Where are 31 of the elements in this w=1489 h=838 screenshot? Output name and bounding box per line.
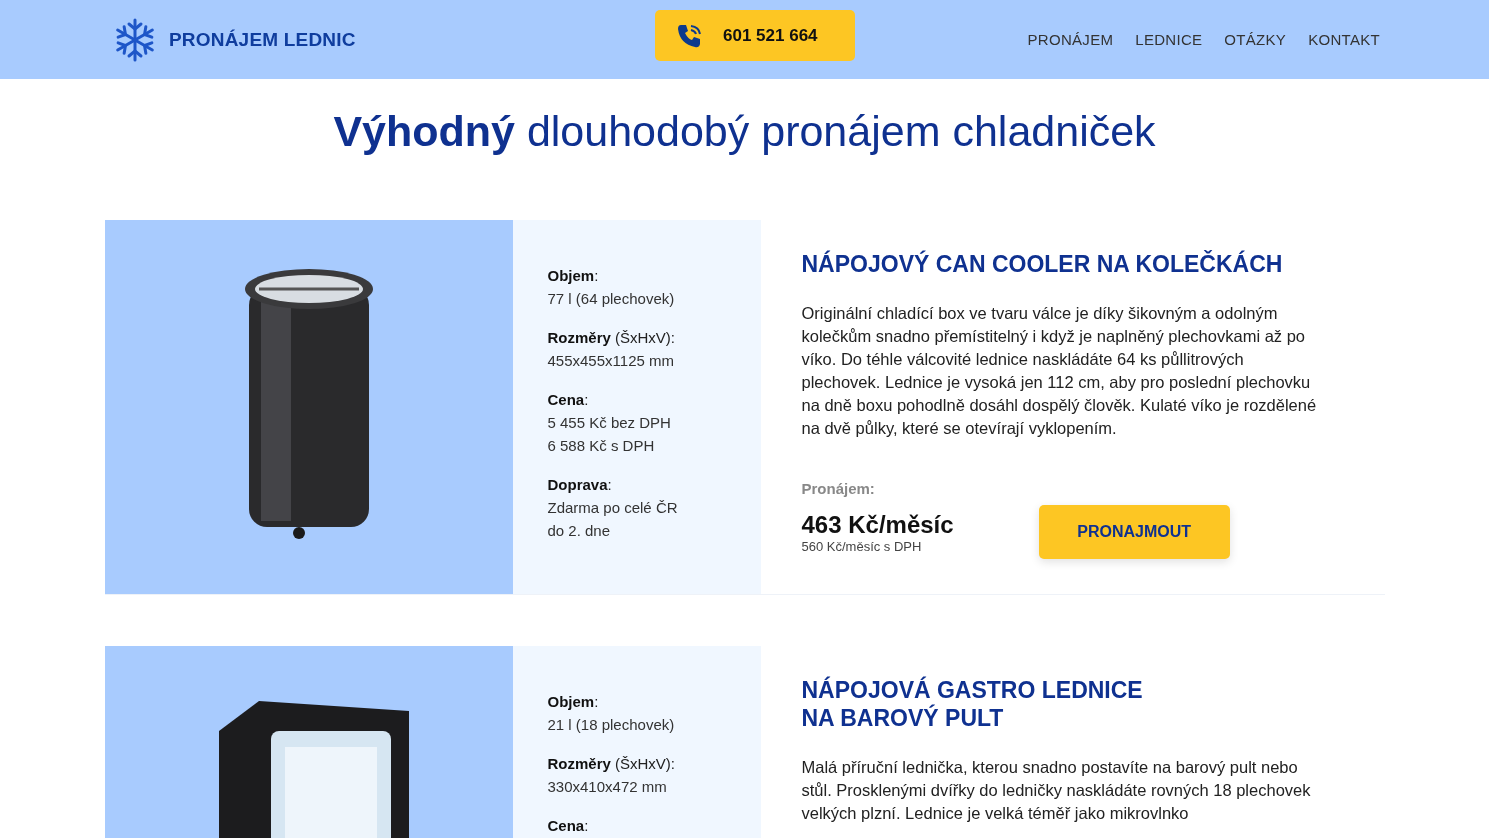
page-heading: Výhodný dlouhodobý pronájem chladniček bbox=[332, 107, 1157, 156]
product-description: Malá příruční lednička, kterou snadno postavíte na barový pult nebo stůl. Prosklenými dvířky do ledničky naskládáte rovných 18 plechovek velkých plzní. Lednice je velká téměř jako mikrovlnko bbox=[801, 757, 1312, 824]
product-description: Originální chladící box ve tvaru válce je díky šikovným a odolným kolečkům snadno přemístitelný i když je naplněný plechovkami až po víko. Do téhle válcovité lednice naskládáte 64 ks půllitrových plechovek. Lednice je vysoká jen 112 cm, aby pro poslední plechovku na dně boxu pohodlně dosáhl dospělý člověk. Kulaté víko je rozdělené na dvě půlky, které se otevírají vyklopením. bbox=[801, 303, 1318, 439]
site-logo-text[interactable]: PRONÁJEM LEDNIC bbox=[169, 28, 356, 51]
spec-value: 6 588 Kč s DPH bbox=[547, 436, 656, 456]
rent-label: Pronájem: bbox=[801, 480, 876, 497]
phone-button[interactable]: 601 521 664 bbox=[655, 10, 855, 61]
monthly-price: 463 Kč/měsíc bbox=[801, 510, 954, 539]
nav-link[interactable]: KONTAKT bbox=[1308, 31, 1380, 48]
spec-label: Cena: bbox=[547, 390, 590, 410]
spec-label: Objem: bbox=[547, 692, 600, 712]
spec-label: Objem: bbox=[547, 266, 600, 286]
spec-value: 330x410x472 mm bbox=[547, 777, 668, 797]
snowflake-icon bbox=[113, 17, 157, 62]
rent-button[interactable]: PRONAJMOUT bbox=[1038, 505, 1230, 559]
spec-value: 21 l (18 plechovek) bbox=[547, 715, 676, 735]
spec-value: 77 l (64 plechovek) bbox=[547, 289, 676, 309]
spec-value: do 2. dne bbox=[547, 521, 612, 541]
product-title: NÁPOJOVÁ GASTRO LEDNICE NA BAROVÝ PULT bbox=[801, 676, 1144, 732]
price-with-vat: 560 Kč/měsíc s DPH bbox=[801, 538, 923, 554]
nav-link[interactable]: LEDNICE bbox=[1135, 31, 1203, 48]
spec-value: 455x455x1125 mm bbox=[547, 351, 675, 371]
spec-label: Cena: bbox=[547, 816, 590, 836]
spec-label: Rozměry (ŠxHxV): bbox=[547, 754, 677, 774]
spec-label: Doprava: bbox=[547, 475, 613, 495]
spec-value: 5 455 Kč bez DPH bbox=[547, 413, 672, 433]
nav-link[interactable]: PRONÁJEM bbox=[1027, 31, 1114, 48]
product-title: NÁPOJOVÝ CAN COOLER NA KOLEČKÁCH bbox=[801, 250, 1284, 278]
spec-label: Rozměry (ŠxHxV): bbox=[547, 328, 677, 348]
spec-value: Zdarma po celé ČR bbox=[547, 498, 679, 518]
nav-link[interactable]: OTÁZKY bbox=[1224, 31, 1287, 48]
